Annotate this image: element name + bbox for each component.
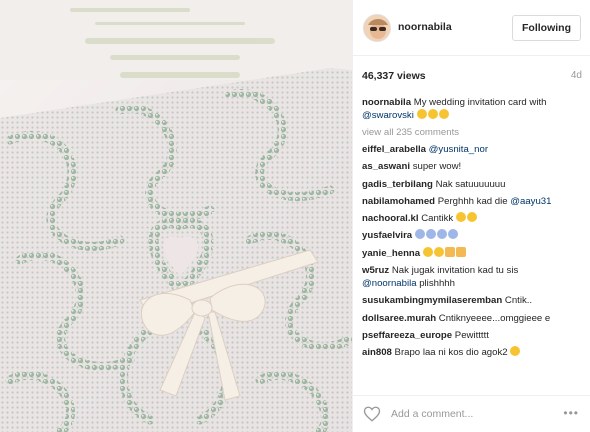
- view-count: 46,337 views: [362, 70, 426, 82]
- comments-list: noornabila My wedding invitation card wi…: [362, 96, 584, 364]
- comment-text: Nak satuuuuuuu: [435, 178, 506, 190]
- comment-item: susukambingmymilaseremban Cntik..: [362, 294, 584, 307]
- heart-eyes-emoji: [438, 109, 449, 119]
- heart-eyes-emoji: [427, 109, 438, 119]
- comment-text: Perghhh kad die: [437, 195, 508, 207]
- comment-text: Pewittttt: [454, 329, 489, 341]
- scream-emoji-group: [414, 229, 459, 242]
- clap-emoji: [444, 246, 455, 257]
- comment-item: nachooral.kl Cantikk: [362, 212, 584, 225]
- comment-text: super wow!: [412, 161, 462, 173]
- avatar-image: [364, 15, 390, 41]
- comment-mention[interactable]: @noornabila: [362, 278, 417, 289]
- thinking-emoji: [510, 346, 521, 359]
- avatar[interactable]: [363, 14, 391, 42]
- comment-item: yanie_henna: [362, 246, 584, 260]
- view-all-comments-link[interactable]: view all 235 comments: [362, 127, 584, 138]
- comment-item: yusfaelvira: [362, 229, 584, 242]
- more-options-icon[interactable]: •••: [563, 406, 579, 420]
- comment-item: gadis_terbilang Nak satuuuuuuu: [362, 178, 584, 191]
- instagram-post: noornabila Following 46,337 views 4d noo…: [0, 0, 590, 432]
- comment-username[interactable]: susukambingmymilaseremban: [362, 295, 502, 306]
- comment-item: ain808 Brapo laa ni kos dio agok2: [362, 346, 584, 359]
- clap-emoji: [455, 246, 466, 257]
- post-side-panel: noornabila Following 46,337 views 4d noo…: [352, 0, 590, 432]
- caption-username[interactable]: noornabila: [362, 97, 411, 108]
- scream-emoji: [433, 246, 444, 257]
- comment-username[interactable]: eiffel_arabella: [362, 144, 426, 155]
- like-heart-icon[interactable]: [363, 405, 381, 423]
- scream-emoji: [447, 229, 458, 240]
- comment-text: Brapo laa ni kos dio agok2: [394, 347, 508, 359]
- comment-username[interactable]: w5ruz: [362, 265, 389, 276]
- comment-text: Cantikk: [421, 213, 454, 225]
- caption-text: My wedding invitation card with: [413, 97, 547, 108]
- comment-item: w5ruz Nak jugak invitation kad tu sis @n…: [362, 264, 584, 290]
- comment-username[interactable]: pseffareeza_europe: [362, 330, 452, 341]
- scream-emoji: [425, 229, 436, 240]
- following-button[interactable]: Following: [512, 15, 581, 41]
- comment-username[interactable]: gadis_terbilang: [362, 179, 433, 190]
- comment-mention[interactable]: @aayu31: [510, 196, 551, 207]
- post-header: noornabila Following: [353, 0, 590, 56]
- heart-eyes-emoji: [455, 212, 466, 223]
- add-comment-input[interactable]: Add a comment...: [391, 408, 473, 420]
- comment-item: dollsaree.murah Cntiknyeeee...omggieee e: [362, 312, 584, 325]
- comment-text: Nak jugak invitation kad tu sis: [391, 265, 519, 277]
- heart-eyes-emoji: [416, 109, 427, 119]
- post-age[interactable]: 4d: [571, 70, 582, 81]
- comment-username[interactable]: dollsaree.murah: [362, 313, 436, 324]
- post-stats: 46,337 views 4d: [362, 70, 582, 84]
- scream-emoji: [414, 229, 425, 240]
- comment-username[interactable]: ain808: [362, 347, 392, 358]
- comment-username[interactable]: yusfaelvira: [362, 230, 412, 241]
- comment-username[interactable]: yanie_henna: [362, 248, 420, 259]
- comment-username[interactable]: as_aswani: [362, 161, 410, 172]
- comment-username[interactable]: nachooral.kl: [362, 213, 419, 224]
- invitation-card-image: [0, 0, 352, 432]
- comment-text-continued: plishhhh: [419, 278, 455, 290]
- post-username[interactable]: noornabila: [398, 21, 452, 33]
- comment-username[interactable]: nabilamohamed: [362, 196, 435, 207]
- comment-footer: Add a comment... •••: [353, 395, 590, 432]
- comment-text: Cntik..: [504, 295, 533, 307]
- heart-eyes-emoji-group: [455, 212, 478, 225]
- post-photo[interactable]: [0, 0, 352, 432]
- comment-item: as_aswani super wow!: [362, 160, 584, 173]
- comment-text: Cntiknyeeee...omggieee e: [438, 312, 551, 324]
- caption-mention[interactable]: @swarovski: [362, 110, 414, 121]
- post-caption: noornabila My wedding invitation card wi…: [362, 96, 584, 122]
- scream-emoji: [436, 229, 447, 240]
- comment-item: eiffel_arabella @yusnita_nor: [362, 143, 584, 156]
- comment-item: nabilamohamed Perghhh kad die @aayu31: [362, 195, 584, 208]
- comment-item: pseffareeza_europe Pewittttt: [362, 329, 584, 342]
- mixed-emoji-group: [422, 246, 467, 260]
- heart-eyes-emoji: [466, 212, 477, 223]
- heart-eyes-emoji-group: [416, 109, 450, 122]
- smile-emoji: [422, 246, 433, 257]
- comment-mention[interactable]: @yusnita_nor: [429, 144, 488, 155]
